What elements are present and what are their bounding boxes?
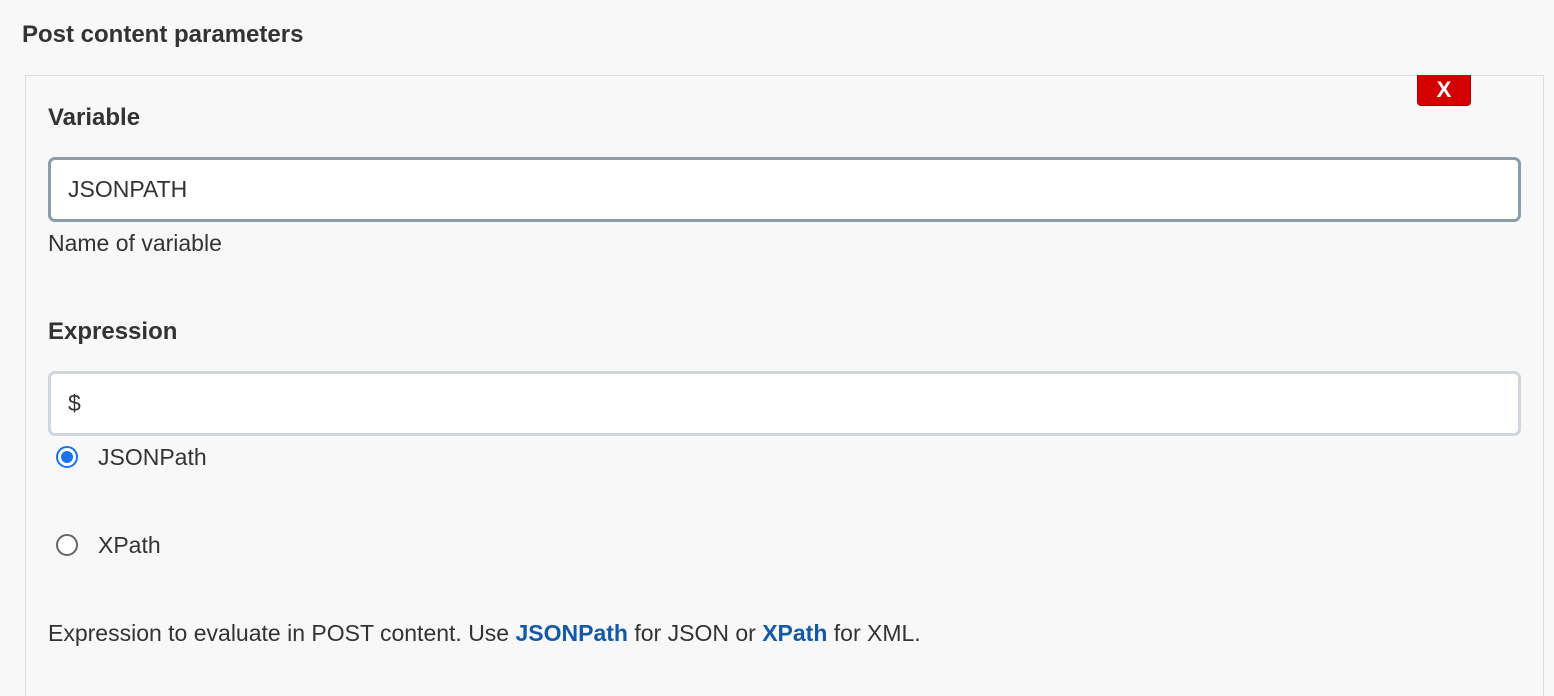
- jsonpath-link[interactable]: JSONPath: [516, 620, 628, 646]
- expression-help-text: Expression to evaluate in POST content. …: [48, 618, 921, 648]
- delete-parameter-button[interactable]: X: [1417, 75, 1471, 106]
- expression-input[interactable]: [48, 371, 1521, 436]
- radio-jsonpath-selected[interactable]: [56, 446, 78, 468]
- radio-option-xpath[interactable]: XPath: [56, 530, 161, 560]
- section-title: Post content parameters: [22, 21, 304, 48]
- radio-option-jsonpath[interactable]: JSONPath: [56, 442, 207, 472]
- expression-label: Expression: [48, 318, 178, 345]
- expression-help-middle: for JSON or: [627, 620, 763, 646]
- post-content-parameters-page: Post content parameters X Variable Name …: [0, 0, 1554, 696]
- variable-label: Variable: [48, 104, 141, 131]
- expression-help-suffix: for XML.: [827, 620, 921, 646]
- radio-jsonpath-label: JSONPath: [98, 444, 207, 470]
- variable-help-text: Name of variable: [48, 230, 222, 256]
- variable-input[interactable]: [48, 157, 1521, 222]
- radio-xpath-label: XPath: [98, 532, 161, 558]
- radio-xpath-unselected[interactable]: [56, 534, 78, 556]
- xpath-link[interactable]: XPath: [762, 620, 827, 646]
- expression-help-prefix: Expression to evaluate in POST content. …: [48, 620, 516, 646]
